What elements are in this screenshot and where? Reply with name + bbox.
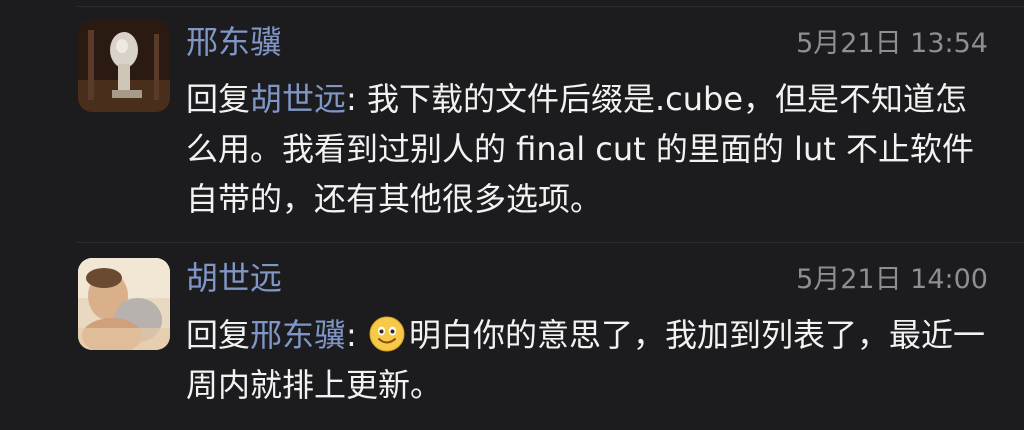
comment-text: 回复胡世远: 我下载的文件后缀是.cube，但是不知道怎么用。我看到过别人的 f… <box>186 74 994 224</box>
avatar[interactable] <box>78 20 170 112</box>
reply-separator: : <box>346 316 367 354</box>
reply-separator: : <box>346 80 367 118</box>
comment-divider <box>76 242 1024 243</box>
author-name[interactable]: 邢东骥 <box>186 22 282 62</box>
avatar-photo-statue-icon <box>78 20 170 112</box>
comment-timestamp: 5月21日 14:00 <box>796 264 988 295</box>
comment-timestamp: 5月21日 13:54 <box>796 28 988 59</box>
reply-prefix: 回复 <box>186 316 251 354</box>
reply-target-name[interactable]: 胡世远 <box>250 80 346 118</box>
avatar-photo-person-icon <box>78 258 170 350</box>
comment-item: 邢东骥 5月21日 13:54 回复胡世远: 我下载的文件后缀是.cube，但是… <box>0 0 1024 240</box>
reply-target-name[interactable]: 邢东骥 <box>250 316 346 354</box>
reply-prefix: 回复 <box>186 80 251 118</box>
author-name[interactable]: 胡世远 <box>186 258 282 298</box>
smiley-emoji-icon <box>369 316 405 352</box>
comment-item: 胡世远 5月21日 14:00 回复邢东骥: 明白你的意思了，我加到列表了，最近… <box>0 244 1024 430</box>
avatar[interactable] <box>78 258 170 350</box>
comment-text: 回复邢东骥: 明白你的意思了，我加到列表了，最近一周内就排上更新。 <box>186 310 994 410</box>
